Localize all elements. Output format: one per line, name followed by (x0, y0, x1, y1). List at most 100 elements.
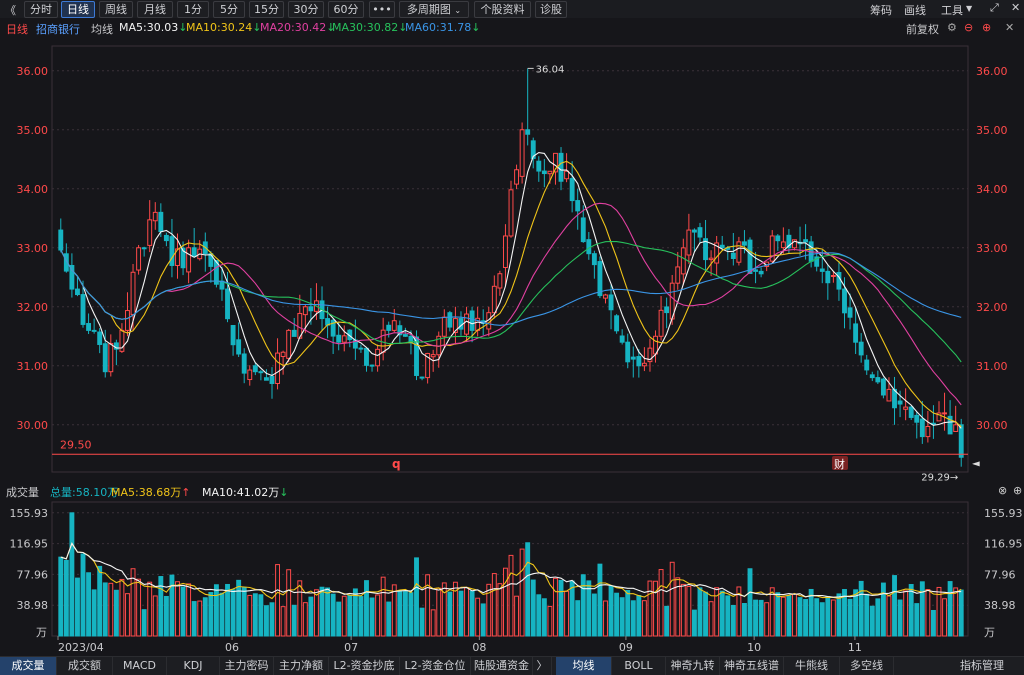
volume-bar (730, 604, 736, 637)
ma5-text: MA5: (119, 21, 147, 34)
period-tab-monthly[interactable]: 月线 (137, 1, 173, 18)
volume-bar (202, 597, 208, 637)
candle (163, 234, 169, 242)
volume-unit-left: 万 (36, 626, 47, 639)
volume-bar (308, 596, 314, 637)
period-tab-daily[interactable]: 日线 (61, 1, 95, 18)
close-indicator-icon[interactable]: ✕ (1005, 21, 1014, 34)
period-tab-1min[interactable]: 1分 (177, 1, 209, 18)
tab-main-code[interactable]: 主力密码 (220, 657, 274, 675)
stock-name[interactable]: 招商银行 (36, 21, 80, 37)
volume-bar (263, 605, 269, 637)
volume-bar (880, 582, 886, 637)
close-window-icon[interactable]: ✕ (1011, 1, 1020, 14)
adjust-dropdown[interactable]: 前复权 (906, 21, 939, 37)
volume-bar (480, 603, 486, 637)
period-tab-5min[interactable]: 5分 (213, 1, 245, 18)
volume-bar (547, 605, 553, 637)
volume-tick-left: 38.98 (17, 599, 49, 612)
volume-bar (869, 605, 875, 637)
candle (191, 247, 197, 258)
volume-bar (169, 574, 175, 637)
candle (141, 247, 147, 250)
candle (136, 247, 142, 271)
candle (580, 217, 586, 243)
draw-line-button[interactable]: 画线 (904, 2, 926, 18)
candle (719, 244, 725, 249)
tab-macd[interactable]: MACD (113, 657, 167, 675)
more-button[interactable]: ••• (369, 1, 395, 18)
support-label: 29.50 (60, 438, 92, 451)
period-tab-weekly[interactable]: 周线 (99, 1, 133, 18)
tab-volume[interactable]: 成交量 (0, 657, 57, 675)
ma20-number: 30.42 (294, 21, 327, 34)
y-tick-label-left: 36.00 (17, 65, 49, 78)
candle (302, 306, 308, 316)
candle (591, 253, 597, 266)
close-volume-icon[interactable]: ⊗ (998, 484, 1007, 497)
volume-bar (125, 593, 130, 637)
candle (830, 274, 836, 277)
stock-profile-button[interactable]: 个股资料 (474, 1, 531, 18)
volume-bar (825, 596, 831, 637)
tab-magic-five[interactable]: 神奇五线谱 (720, 657, 784, 675)
volume-bar (758, 599, 764, 637)
ma-label[interactable]: 均线 (91, 21, 113, 37)
volume-bar (775, 592, 781, 637)
add-indicator-icon[interactable]: ⊕ (1013, 484, 1022, 497)
volume-bar (430, 609, 436, 637)
tab-main-net[interactable]: 主力净额 (274, 657, 329, 675)
volume-bar (425, 574, 431, 637)
volume-bar (897, 599, 903, 637)
volume-chart[interactable]: 155.93 155.93 116.95 116.95 77.96 77.96 38.98 3… (0, 500, 1024, 656)
tab-l2-bottom[interactable]: L2-资金抄底 (329, 657, 400, 675)
candle (780, 241, 786, 249)
volume-bar (241, 586, 247, 637)
volume-bar (191, 601, 197, 637)
tab-turnover[interactable]: 成交额 (57, 657, 113, 675)
multi-period-dropdown[interactable]: 多周期图 ⌄ (399, 1, 469, 18)
tab-l2-position[interactable]: L2-资金仓位 (400, 657, 471, 675)
ma10-text: MA10: (186, 21, 221, 34)
volume-bar (113, 589, 119, 637)
tab-bull-bear[interactable]: 牛熊线 (784, 657, 840, 675)
diagnose-button[interactable]: 诊股 (535, 1, 567, 18)
tab-kdj[interactable]: KDJ (167, 657, 220, 675)
volume-bar (875, 598, 881, 637)
tab-magic-nine[interactable]: 神奇九转 (666, 657, 720, 675)
back-icon[interactable]: 《 (5, 2, 16, 18)
tab-ma[interactable]: 均线 (556, 657, 612, 675)
volume-tick-right: 77.96 (984, 568, 1016, 581)
candle (664, 306, 670, 314)
tools-menu-button[interactable]: 工具 (941, 2, 963, 18)
settings-icon[interactable]: ⚙ (947, 21, 957, 34)
volume-bar (208, 592, 214, 637)
volume-bar (530, 579, 536, 637)
volume-bar (291, 604, 297, 637)
y-tick-label-right: 36.00 (976, 65, 1008, 78)
candle (586, 239, 592, 255)
candle (358, 347, 364, 350)
volume-bar (336, 601, 342, 637)
zoom-in-icon[interactable]: ⊕ (982, 21, 991, 34)
tab-long-short[interactable]: 多空线 (840, 657, 894, 675)
candle (825, 270, 831, 284)
volume-bar (569, 580, 575, 637)
candle (80, 294, 86, 325)
volume-bar (925, 589, 931, 637)
tabs-scroll-right-icon[interactable]: 〉 (533, 657, 552, 675)
zoom-out-icon[interactable]: ⊖ (964, 21, 973, 34)
chips-button[interactable]: 筹码 (870, 2, 892, 18)
period-tab-30min[interactable]: 30分 (288, 1, 324, 18)
tab-boll[interactable]: BOLL (612, 657, 666, 675)
y-tick-label-left: 30.00 (17, 419, 49, 432)
volume-ma10-text: MA10:41.02万 (202, 486, 280, 499)
volume-bar (297, 580, 303, 637)
period-tab-15min[interactable]: 15分 (249, 1, 284, 18)
period-tab-60min[interactable]: 60分 (328, 1, 364, 18)
tab-hk-connect[interactable]: 陆股通资金 (471, 657, 533, 675)
expand-icon[interactable]: ⤢ (990, 1, 999, 15)
tab-indicator-manage[interactable]: 指标管理 (940, 657, 1024, 675)
period-tab-intraday[interactable]: 分时 (24, 1, 58, 18)
candlestick-chart[interactable]: 36.00 35.00 34.00 33.00 32.00 31.00 30.00 36.0… (0, 36, 1024, 482)
